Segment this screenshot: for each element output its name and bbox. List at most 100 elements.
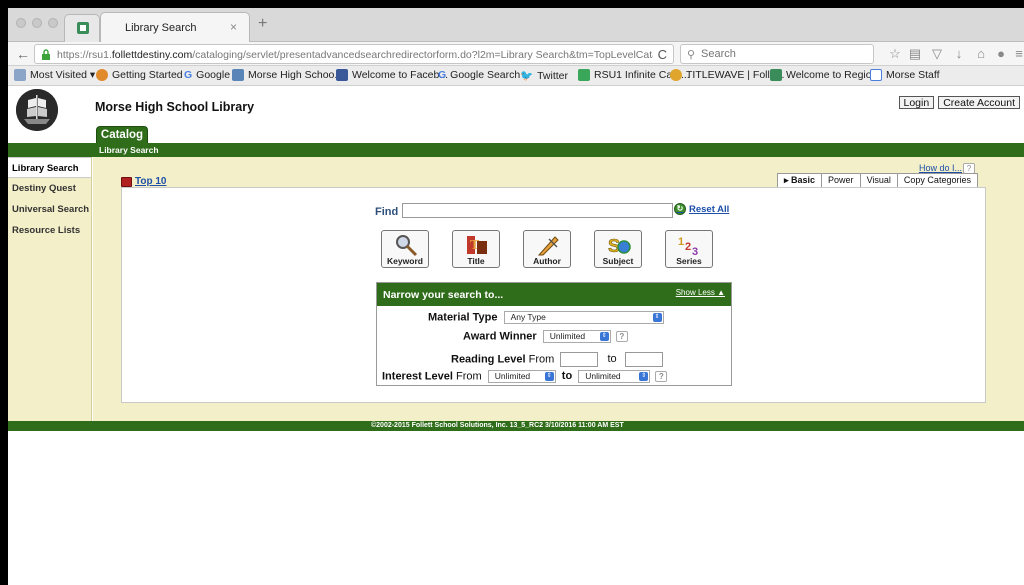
tab-copy-categories[interactable]: Copy Categories [896,173,978,187]
bookmark-label: Welcome to Faceb... [352,69,449,81]
sidebar-item-destiny-quest[interactable]: Destiny Quest [8,178,91,199]
material-type-label: Material Type [428,311,498,324]
pocket-icon[interactable]: ▽ [928,45,946,63]
school-name: Morse High School Library [95,100,255,114]
sidebar-item-universal-search[interactable]: Universal Search [8,199,91,220]
sub-nav-library-search[interactable]: Library Search [99,145,159,155]
interest-to-label: to [561,370,573,383]
tab-catalog[interactable]: Catalog [96,126,148,144]
bookmark-google-search[interactable]: G Google Search [438,69,520,81]
facebook-icon [336,69,348,81]
folder-icon [14,69,26,81]
reading-level-from-input[interactable] [560,352,599,367]
top-10-link[interactable]: Top 10 [121,176,166,187]
sidebar-item-resource-lists[interactable]: Resource Lists [8,220,91,241]
subject-icon: S [608,236,631,256]
calendar-icon [870,69,882,81]
navigation-bar: ← https://rsu1.follettdestiny.com/catalo… [8,42,1024,66]
find-label: Find [375,206,399,218]
bookmark-label: Morse Staff [886,69,940,81]
browser-search-input[interactable] [701,47,869,61]
download-icon[interactable]: ↓ [950,45,968,63]
search-mode-tabs: ▸ Basic Power Visual Copy Categories [777,173,978,187]
browser-window: Library Search × + ← https://rsu1.follet… [8,8,1024,585]
reading-from-label: From [528,353,555,366]
chevron-up-icon: ▲ [717,288,725,297]
interest-level-to-select[interactable]: Unlimited ⇕ [578,370,651,383]
author-search-button[interactable]: Author [523,230,571,268]
subject-search-button[interactable]: S Subject [594,230,642,268]
bookmark-star-icon[interactable]: ☆ [886,45,904,63]
series-search-button[interactable]: 123 Series [665,230,713,268]
bookmark-label: Twitter [537,69,568,82]
create-account-button[interactable]: Create Account [938,96,1020,109]
chat-icon[interactable]: ● [992,45,1010,63]
award-winner-row: Award Winner Unlimited ⇕ ? [463,330,628,343]
zoom-window-dot[interactable] [48,18,58,28]
new-tab-button[interactable]: + [258,15,267,33]
chevron-updown-icon: ⇕ [639,372,649,381]
back-arrow-icon[interactable]: ← [14,45,32,63]
bookmark-google[interactable]: G Google [184,69,230,81]
author-label: Author [533,256,561,266]
tab-close-icon[interactable]: × [230,20,237,34]
minimize-window-dot[interactable] [32,18,42,28]
bookmark-getting-started[interactable]: Getting Started [96,69,183,81]
login-button[interactable]: Login [898,96,935,109]
title-search-button[interactable]: T Title [452,230,500,268]
bookmarks-list-icon[interactable]: ▤ [906,45,924,63]
bookmark-morse-staff[interactable]: Morse Staff [870,69,940,81]
interest-level-from-select[interactable]: Unlimited ⇕ [487,370,556,383]
twitter-icon: 🐦 [520,70,534,82]
bookmark-label: Welcome to Regio... [786,69,881,81]
show-less-label: Show Less [675,288,715,297]
bookmark-twitter[interactable]: 🐦 Twitter [520,69,568,83]
sidebar-item-library-search[interactable]: Library Search [8,157,91,178]
footer-copyright: ©2002-2015 Follett School Solutions, Inc… [371,422,624,429]
how-do-i-link[interactable]: How do I... [919,163,962,173]
address-bar[interactable]: https://rsu1.follettdestiny.com/catalogi… [34,44,674,64]
narrow-search-header: Narrow your search to... Show Less ▲ [377,283,731,306]
reset-all-link[interactable]: ↻ Reset All [674,203,729,215]
help-icon[interactable]: ? [655,371,668,382]
series-123-icon: 123 [678,236,698,257]
main-content: How do I... ? Top 10 ▸ Basic Power Visua… [93,157,1024,421]
tab-basic[interactable]: ▸ Basic [777,173,823,187]
page-content: Morse High School Library Login Create A… [8,87,1024,585]
tab-visual[interactable]: Visual [859,173,898,187]
tab-power[interactable]: Power [821,173,861,187]
pinned-tab[interactable] [64,14,100,42]
google-icon: G [184,69,193,81]
title-book-icon: T [467,236,487,254]
tab-library-search[interactable]: Library Search × [100,12,250,42]
narrow-search-title: Narrow your search to... [383,289,504,301]
firefox-icon [96,69,108,81]
ship-icon [16,89,58,131]
keyword-search-button[interactable]: Keyword [381,230,429,268]
close-window-dot[interactable] [16,18,26,28]
material-type-row: Material Type Any Type ⇕ [428,311,664,324]
bookmark-most-visited[interactable]: Most Visited ▾ [14,69,95,81]
sub-nav-bar: Library Search [8,143,1024,157]
bookmarks-bar: Most Visited ▾ Getting Started G Google M… [8,66,1024,86]
reading-level-to-input[interactable] [624,352,663,367]
url-prefix: https://rsu1. [57,49,112,61]
bookmark-facebook[interactable]: Welcome to Faceb... [336,69,448,81]
menu-icon[interactable]: ≡ [1010,45,1024,63]
award-winner-select[interactable]: Unlimited ⇕ [542,330,611,343]
help-icon[interactable]: ? [615,331,628,342]
find-input[interactable] [402,203,673,218]
bookmark-morse-high[interactable]: Morse High Schoo... [232,69,343,81]
browser-search-box[interactable]: ⚲ [680,44,874,64]
svg-text:2: 2 [685,241,691,253]
interest-level-row: Interest Level From Unlimited ⇕ to Unlimi… [382,370,668,383]
bookmark-regional[interactable]: Welcome to Regio... [770,69,880,81]
material-type-select[interactable]: Any Type ⇕ [503,311,664,324]
tab-title: Library Search [125,22,197,34]
puzzle-icon [770,69,782,81]
ship-logo [16,89,58,131]
home-icon[interactable]: ⌂ [972,45,990,63]
reload-icon[interactable]: C [658,47,667,62]
bookmark-titlewave[interactable]: TITLEWAVE | Folle... [670,69,784,81]
show-less-link[interactable]: Show Less ▲ [676,288,725,297]
